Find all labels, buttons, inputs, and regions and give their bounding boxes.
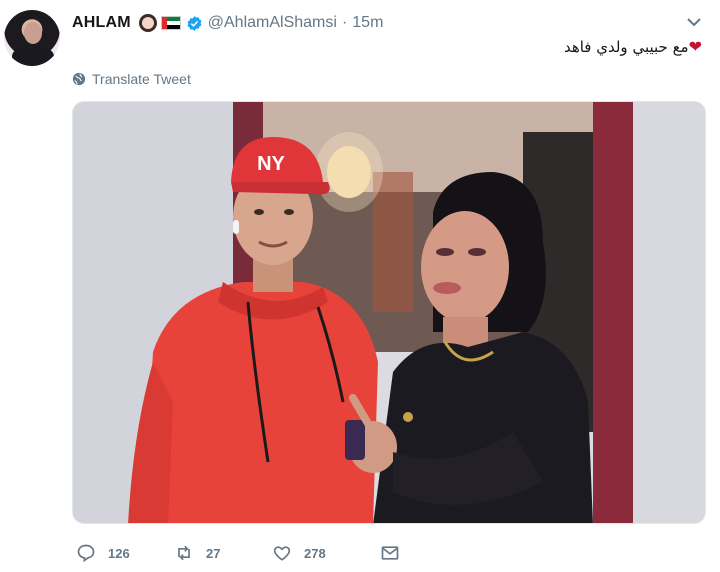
tweet-time[interactable]: 15m bbox=[352, 14, 383, 32]
tweet-header: AHLAM @AhlamAlShamsi · 15m bbox=[72, 12, 383, 34]
reply-count: 126 bbox=[108, 545, 130, 561]
chevron-down-icon[interactable] bbox=[686, 16, 702, 28]
verified-icon bbox=[187, 15, 202, 31]
avatar-body bbox=[12, 46, 54, 66]
hat-logo: NY bbox=[257, 153, 285, 175]
translate-label: Translate Tweet bbox=[92, 71, 191, 87]
reply-icon bbox=[77, 544, 95, 563]
woman-emoji-icon bbox=[138, 14, 157, 32]
red-heart-emoji: ❤ bbox=[688, 37, 702, 56]
avatar[interactable] bbox=[4, 10, 60, 66]
tweet-photo[interactable]: NY bbox=[72, 101, 706, 524]
globe-icon bbox=[72, 72, 86, 86]
direct-message-button[interactable] bbox=[380, 543, 412, 563]
like-button[interactable]: 278 bbox=[272, 543, 380, 563]
uae-flag-icon bbox=[160, 16, 181, 30]
retweet-count: 27 bbox=[206, 545, 221, 561]
like-count: 278 bbox=[304, 545, 326, 561]
tweet-text-body: مع حبيبي ولدي فاهد bbox=[563, 38, 689, 56]
avatar-face bbox=[24, 22, 42, 44]
separator: · bbox=[341, 14, 348, 31]
heart-icon bbox=[273, 546, 291, 561]
user-handle[interactable]: @AhlamAlShamsi bbox=[208, 14, 337, 32]
tweet-actions: 126 27 278 bbox=[76, 542, 412, 564]
tweet-text: ❤مع حبيبي ولدي فاهد bbox=[564, 37, 702, 56]
retweet-button[interactable]: 27 bbox=[174, 543, 272, 563]
message-icon bbox=[381, 546, 399, 560]
reply-button[interactable]: 126 bbox=[76, 543, 174, 563]
translate-tweet-link[interactable]: Translate Tweet bbox=[72, 70, 191, 88]
retweet-icon bbox=[178, 545, 190, 561]
display-name[interactable]: AHLAM bbox=[72, 14, 131, 32]
